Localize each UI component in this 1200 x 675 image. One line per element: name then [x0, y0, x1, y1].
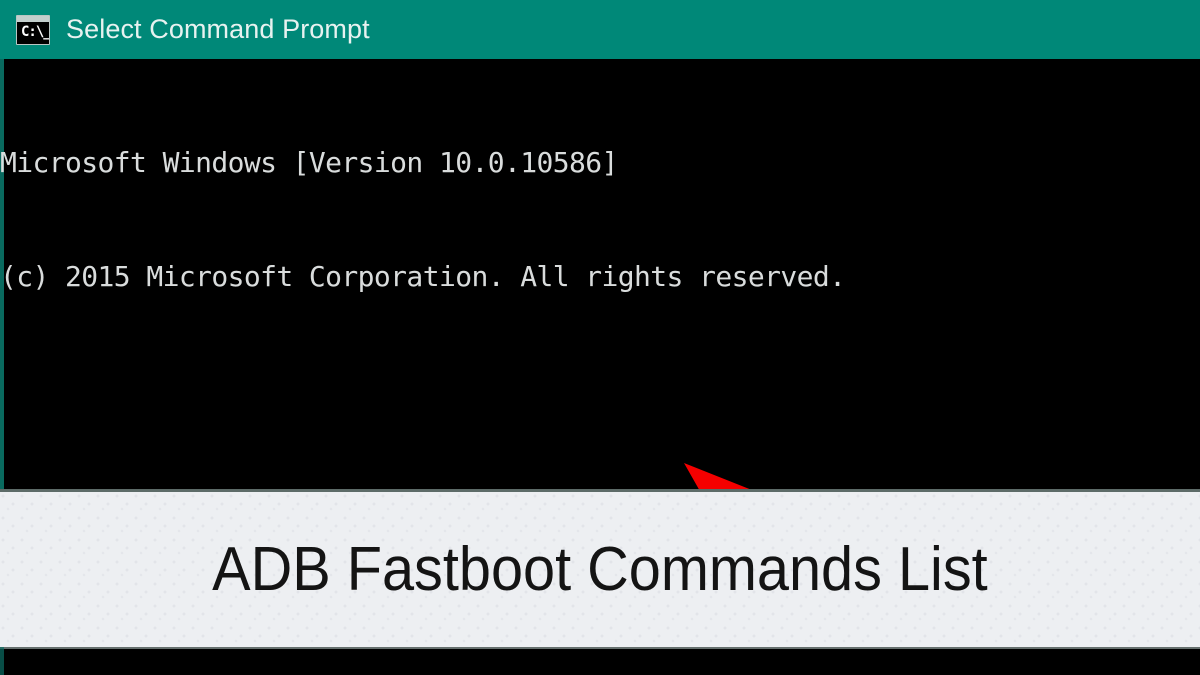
console-line: Microsoft Windows [Version 10.0.10586] — [0, 146, 618, 179]
window-titlebar: C:\_ Select Command Prompt — [0, 0, 1200, 59]
console-text: Microsoft Windows [Version 10.0.10586] (… — [0, 68, 1200, 492]
bottom-strip — [0, 647, 1200, 675]
bottom-strip-top-border — [0, 647, 1200, 649]
caption-band: ADB Fastboot Commands List — [0, 492, 1200, 647]
console-line-blank — [0, 372, 1200, 410]
bottom-strip-left-border — [0, 647, 4, 675]
screenshot-root: C:\_ Select Command Prompt Microsoft Win… — [0, 0, 1200, 675]
console-line: (c) 2015 Microsoft Corporation. All righ… — [0, 260, 846, 293]
command-prompt-icon-glyph: C:\_ — [21, 23, 50, 40]
command-prompt-icon: C:\_ — [16, 14, 50, 45]
command-prompt-icon-titlestrip — [17, 15, 49, 22]
console-output-area[interactable]: Microsoft Windows [Version 10.0.10586] (… — [0, 59, 1200, 492]
caption-title: ADB Fastboot Commands List — [212, 535, 988, 604]
window-title: Select Command Prompt — [66, 14, 370, 44]
